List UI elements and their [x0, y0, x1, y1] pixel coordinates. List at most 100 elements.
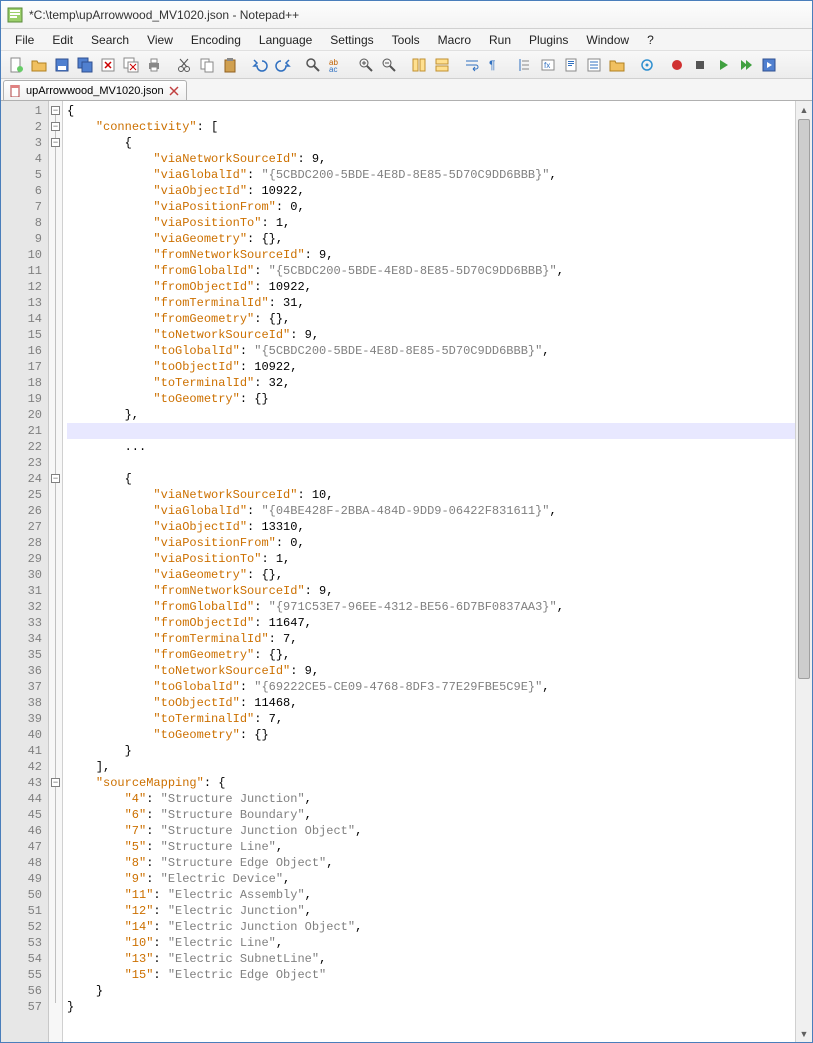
- sync-h-icon[interactable]: [431, 54, 453, 76]
- menu-file[interactable]: File: [7, 31, 42, 49]
- redo-icon[interactable]: [272, 54, 294, 76]
- code-line[interactable]: "viaPositionTo": 1,: [67, 215, 812, 231]
- code-line[interactable]: "13": "Electric SubnetLine",: [67, 951, 812, 967]
- code-line[interactable]: "toGeometry": {}: [67, 727, 812, 743]
- menu-encoding[interactable]: Encoding: [183, 31, 249, 49]
- undo-icon[interactable]: [249, 54, 271, 76]
- code-line[interactable]: "15": "Electric Edge Object": [67, 967, 812, 983]
- indent-guide-icon[interactable]: [514, 54, 536, 76]
- scroll-thumb[interactable]: [798, 119, 810, 679]
- menu-macro[interactable]: Macro: [430, 31, 479, 49]
- open-file-icon[interactable]: [28, 54, 50, 76]
- code-line[interactable]: "fromObjectId": 11647,: [67, 615, 812, 631]
- code-line[interactable]: "viaObjectId": 13310,: [67, 519, 812, 535]
- code-line[interactable]: "viaGlobalId": "{04BE428F-2BBA-484D-9DD9…: [67, 503, 812, 519]
- replace-icon[interactable]: abac: [325, 54, 347, 76]
- code-line[interactable]: "toTerminalId": 32,: [67, 375, 812, 391]
- code-line[interactable]: "sourceMapping": {: [67, 775, 812, 791]
- code-line[interactable]: "6": "Structure Boundary",: [67, 807, 812, 823]
- fold-toggle[interactable]: −: [51, 138, 60, 147]
- code-line[interactable]: {: [67, 471, 812, 487]
- play-multi-icon[interactable]: [735, 54, 757, 76]
- code-line[interactable]: "viaPositionFrom": 0,: [67, 535, 812, 551]
- code-line[interactable]: "toNetworkSourceId": 9,: [67, 327, 812, 343]
- paste-icon[interactable]: [219, 54, 241, 76]
- code-line[interactable]: "9": "Electric Device",: [67, 871, 812, 887]
- save-icon[interactable]: [51, 54, 73, 76]
- func-list-icon[interactable]: [583, 54, 605, 76]
- menu-view[interactable]: View: [139, 31, 181, 49]
- stop-macro-icon[interactable]: [689, 54, 711, 76]
- code-line[interactable]: "fromGeometry": {},: [67, 647, 812, 663]
- file-tab[interactable]: upArrowwood_MV1020.json: [3, 80, 187, 100]
- code-line[interactable]: }: [67, 999, 812, 1015]
- code-line[interactable]: "4": "Structure Junction",: [67, 791, 812, 807]
- code-line[interactable]: "viaPositionFrom": 0,: [67, 199, 812, 215]
- code-line[interactable]: "14": "Electric Junction Object",: [67, 919, 812, 935]
- code-line[interactable]: "toObjectId": 10922,: [67, 359, 812, 375]
- find-icon[interactable]: [302, 54, 324, 76]
- sync-v-icon[interactable]: [408, 54, 430, 76]
- menu-plugins[interactable]: Plugins: [521, 31, 576, 49]
- code-line[interactable]: "fromTerminalId": 7,: [67, 631, 812, 647]
- code-line[interactable]: "toNetworkSourceId": 9,: [67, 663, 812, 679]
- cut-icon[interactable]: [173, 54, 195, 76]
- monitor-icon[interactable]: [636, 54, 658, 76]
- code-line[interactable]: "12": "Electric Junction",: [67, 903, 812, 919]
- menu-tools[interactable]: Tools: [384, 31, 428, 49]
- show-all-chars-icon[interactable]: ¶: [484, 54, 506, 76]
- code-line[interactable]: "7": "Structure Junction Object",: [67, 823, 812, 839]
- folder-icon[interactable]: [606, 54, 628, 76]
- code-line[interactable]: {: [67, 135, 812, 151]
- close-all-icon[interactable]: [120, 54, 142, 76]
- code-line[interactable]: [67, 423, 812, 439]
- doc-map-icon[interactable]: [560, 54, 582, 76]
- code-line[interactable]: "toObjectId": 11468,: [67, 695, 812, 711]
- zoom-out-icon[interactable]: [378, 54, 400, 76]
- code-line[interactable]: "fromGlobalId": "{5CBDC200-5BDE-4E8D-8E8…: [67, 263, 812, 279]
- code-line[interactable]: [67, 455, 812, 471]
- close-icon[interactable]: [97, 54, 119, 76]
- play-macro-icon[interactable]: [712, 54, 734, 76]
- code-line[interactable]: "viaNetworkSourceId": 9,: [67, 151, 812, 167]
- code-line[interactable]: ...: [67, 439, 812, 455]
- code-line[interactable]: "5": "Structure Line",: [67, 839, 812, 855]
- code-line[interactable]: "viaPositionTo": 1,: [67, 551, 812, 567]
- zoom-in-icon[interactable]: [355, 54, 377, 76]
- code-line[interactable]: "viaGeometry": {},: [67, 231, 812, 247]
- scroll-up-icon[interactable]: ▲: [796, 101, 812, 118]
- menu-window[interactable]: Window: [578, 31, 637, 49]
- fold-toggle[interactable]: −: [51, 122, 60, 131]
- code-line[interactable]: "viaGeometry": {},: [67, 567, 812, 583]
- menu-settings[interactable]: Settings: [322, 31, 381, 49]
- code-line[interactable]: "fromTerminalId": 31,: [67, 295, 812, 311]
- scrollbar-vertical[interactable]: ▲ ▼: [795, 101, 812, 1042]
- lang-icon[interactable]: fx: [537, 54, 559, 76]
- code-line[interactable]: "fromGeometry": {},: [67, 311, 812, 327]
- code-line[interactable]: },: [67, 407, 812, 423]
- fold-toggle[interactable]: −: [51, 778, 60, 787]
- copy-icon[interactable]: [196, 54, 218, 76]
- code-line[interactable]: "connectivity": [: [67, 119, 812, 135]
- code-line[interactable]: "8": "Structure Edge Object",: [67, 855, 812, 871]
- code-line[interactable]: "viaGlobalId": "{5CBDC200-5BDE-4E8D-8E85…: [67, 167, 812, 183]
- save-macro-icon[interactable]: [758, 54, 780, 76]
- code-line[interactable]: "toGlobalId": "{5CBDC200-5BDE-4E8D-8E85-…: [67, 343, 812, 359]
- fold-toggle[interactable]: −: [51, 474, 60, 483]
- code-line[interactable]: "toTerminalId": 7,: [67, 711, 812, 727]
- code-line[interactable]: "viaNetworkSourceId": 10,: [67, 487, 812, 503]
- code-line[interactable]: "toGeometry": {}: [67, 391, 812, 407]
- save-all-icon[interactable]: [74, 54, 96, 76]
- menu-edit[interactable]: Edit: [44, 31, 81, 49]
- code-line[interactable]: "fromNetworkSourceId": 9,: [67, 247, 812, 263]
- code-line[interactable]: }: [67, 983, 812, 999]
- menu-search[interactable]: Search: [83, 31, 137, 49]
- fold-gutter[interactable]: −−−−−: [49, 101, 63, 1042]
- code-line[interactable]: "fromGlobalId": "{971C53E7-96EE-4312-BE5…: [67, 599, 812, 615]
- code-line[interactable]: {: [67, 103, 812, 119]
- menu-[interactable]: ?: [639, 31, 662, 49]
- print-icon[interactable]: [143, 54, 165, 76]
- code-line[interactable]: "10": "Electric Line",: [67, 935, 812, 951]
- menu-language[interactable]: Language: [251, 31, 320, 49]
- code-line[interactable]: "fromObjectId": 10922,: [67, 279, 812, 295]
